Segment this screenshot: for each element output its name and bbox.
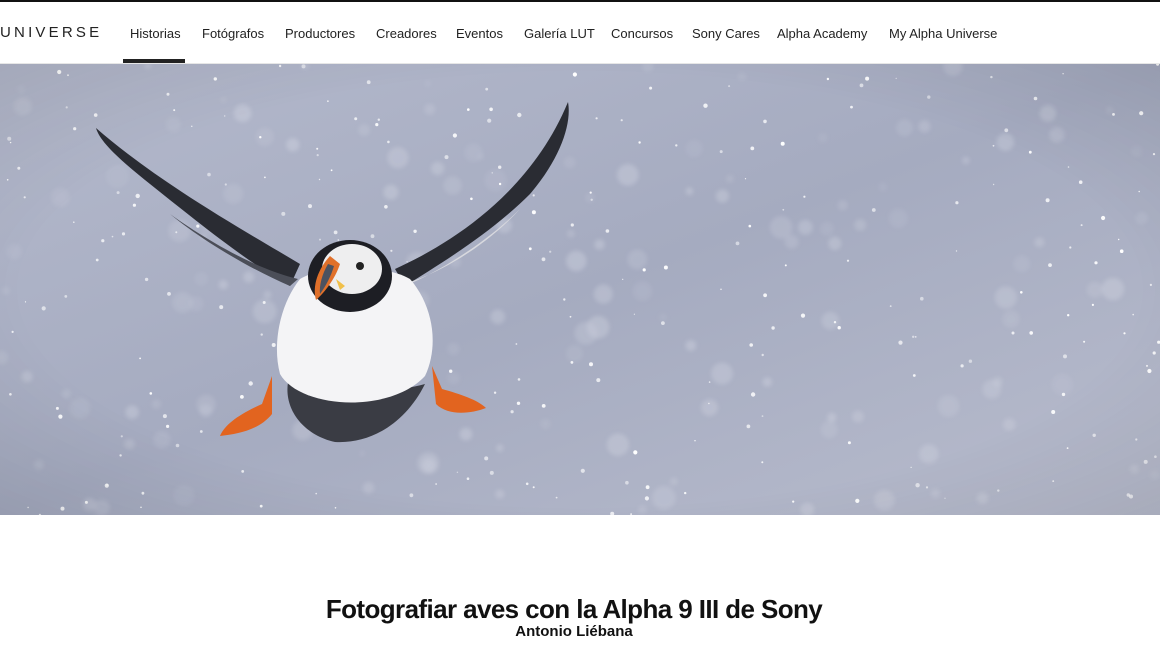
nav-item-sony-cares[interactable]: Sony Cares — [692, 26, 760, 41]
nav-item-eventos[interactable]: Eventos — [456, 26, 503, 41]
site-header: UNIVERSE Historias Fotógrafos Productore… — [0, 2, 1160, 64]
nav-item-galeria-lut[interactable]: Galería LUT — [524, 26, 595, 41]
article-title: Fotografiar aves con la Alpha 9 III de S… — [325, 594, 823, 625]
nav-item-fotografos[interactable]: Fotógrafos — [202, 26, 264, 41]
puffin-photo — [0, 64, 1160, 515]
nav-item-alpha-academy[interactable]: Alpha Academy — [777, 26, 867, 41]
nav-active-indicator — [123, 59, 185, 63]
site-logo[interactable]: UNIVERSE — [0, 24, 102, 41]
nav-item-creadores[interactable]: Creadores — [376, 26, 437, 41]
nav-item-my-alpha-universe[interactable]: My Alpha Universe — [889, 26, 997, 41]
nav-item-historias[interactable]: Historias — [130, 26, 181, 41]
nav-item-concursos[interactable]: Concursos — [611, 26, 673, 41]
hero-image — [0, 64, 1160, 515]
nav-item-productores[interactable]: Productores — [285, 26, 355, 41]
article-author[interactable]: Antonio Liébana — [0, 623, 1148, 640]
